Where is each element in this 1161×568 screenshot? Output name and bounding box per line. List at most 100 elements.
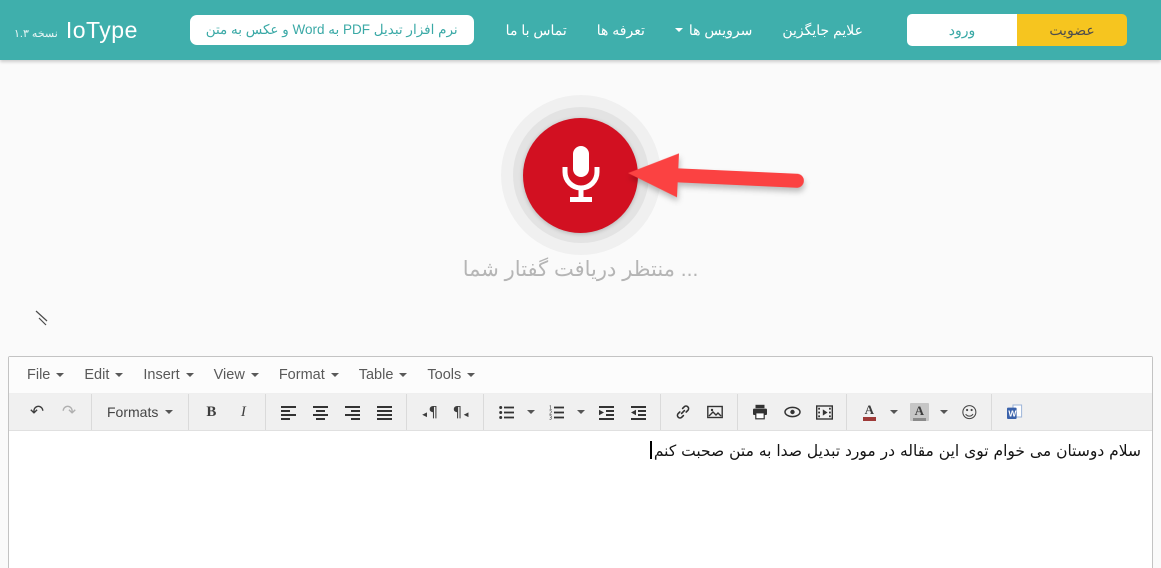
login-button[interactable]: ورود: [907, 14, 1017, 46]
menu-label: View: [213, 367, 245, 383]
bold-button[interactable]: B: [196, 399, 226, 426]
svg-text:3: 3: [549, 415, 552, 420]
align-left-button[interactable]: [273, 399, 303, 426]
italic-icon: I: [240, 403, 246, 420]
align-right-icon: [344, 405, 360, 420]
redo-button[interactable]: ↷: [54, 399, 84, 426]
undo-icon: ↶: [29, 401, 45, 422]
microphone-icon: [562, 146, 599, 202]
nav-item-replacement-symbols[interactable]: علایم جایگزین: [782, 22, 863, 39]
insert-media-button[interactable]: [809, 399, 839, 426]
pdf-tool-button[interactable]: نرم افزار تبدیل PDF به Word و عکس به متن: [189, 15, 474, 45]
editor-content-area[interactable]: سلام دوستان می خوام توی این مقاله در مور…: [9, 431, 1152, 471]
chevron-down-icon: [56, 373, 65, 377]
text-cursor: [650, 441, 652, 459]
emoticons-button[interactable]: ☺: [954, 399, 984, 426]
bold-icon: B: [206, 403, 217, 420]
insert-link-button[interactable]: [668, 399, 698, 426]
indent-button[interactable]: [623, 399, 653, 426]
editor-menubar: File Edit Insert View Format Table Tools: [9, 357, 1152, 394]
text-color-options-button[interactable]: [886, 399, 902, 426]
insert-image-button[interactable]: [700, 399, 730, 426]
image-icon: [707, 405, 724, 419]
bullet-list-button[interactable]: [491, 399, 521, 426]
indent-icon: [630, 405, 646, 420]
background-color-options-button[interactable]: [936, 399, 952, 426]
nav-item-services[interactable]: سرویس ها: [674, 21, 753, 39]
text-color-icon: A: [862, 403, 876, 421]
media-icon: [815, 404, 833, 420]
bullet-list-icon: [499, 405, 514, 419]
chevron-down-icon: [467, 373, 476, 377]
align-center-button[interactable]: [305, 399, 335, 426]
microphone-button[interactable]: [523, 117, 638, 233]
menu-edit[interactable]: Edit: [74, 361, 133, 389]
menu-label: File: [27, 367, 51, 383]
chevron-down-icon: [330, 373, 339, 377]
preview-button[interactable]: [777, 399, 807, 426]
numbered-list-icon: 1 2 3: [549, 405, 564, 420]
diagonal-marks-icon: [35, 310, 55, 333]
word-document-icon: W: [1006, 404, 1022, 419]
menu-label: Table: [358, 367, 394, 383]
main-nav: علایم جایگزین سرویس ها تعرفه ها تماس با …: [506, 22, 863, 39]
menu-insert[interactable]: Insert: [133, 361, 203, 389]
background-color-button[interactable]: A: [904, 399, 934, 426]
nav-label: تماس با ما: [505, 21, 567, 38]
menu-file[interactable]: File: [17, 361, 74, 389]
print-icon: [753, 404, 768, 420]
align-left-icon: [280, 405, 296, 420]
numbered-list-button[interactable]: 1 2 3: [541, 399, 571, 426]
nav-label: سرویس ها: [688, 21, 753, 38]
align-justify-button[interactable]: [369, 399, 399, 426]
redo-icon: ↷: [61, 401, 77, 422]
chevron-down-icon: [527, 410, 536, 414]
speech-capture-section: منتظر دریافت گفتار شما ...: [0, 60, 1161, 356]
paste-from-word-button[interactable]: W: [999, 399, 1029, 426]
print-button[interactable]: [745, 399, 775, 426]
background-color-icon: A: [909, 402, 929, 422]
menu-label: Edit: [84, 367, 110, 383]
svg-text:W: W: [1008, 409, 1017, 419]
brand-name: IoType: [65, 16, 138, 43]
status-text: منتظر دریافت گفتار شما ...: [462, 258, 699, 281]
chevron-down-icon: [674, 28, 683, 32]
align-justify-icon: [376, 405, 392, 420]
signup-button[interactable]: عضویت: [1017, 14, 1127, 46]
ltr-direction-button[interactable]: ◄¶: [414, 399, 444, 426]
chevron-down-icon: [250, 373, 259, 377]
text-color-button[interactable]: A: [854, 399, 884, 426]
chevron-down-icon: [115, 373, 124, 377]
chevron-down-icon: [165, 410, 174, 414]
formats-label: Formats: [107, 404, 159, 420]
italic-button[interactable]: I: [228, 399, 258, 426]
menu-view[interactable]: View: [204, 361, 269, 389]
rtl-direction-button[interactable]: ¶◄: [446, 399, 476, 426]
chevron-down-icon: [399, 373, 408, 377]
brand-logo[interactable]: IoType نسخه ۱.۳: [14, 17, 138, 44]
menu-tools[interactable]: Tools: [417, 361, 485, 389]
bullet-list-options-button[interactable]: [523, 399, 539, 426]
nav-item-pricing[interactable]: تعرفه ها: [597, 22, 645, 39]
align-center-icon: [312, 405, 328, 420]
menu-label: Insert: [143, 367, 180, 383]
chevron-down-icon: [185, 373, 194, 377]
menu-format[interactable]: Format: [269, 361, 349, 389]
auth-button-group: عضویت ورود: [907, 14, 1127, 46]
menu-table[interactable]: Table: [349, 361, 418, 389]
top-navbar: عضویت ورود علایم جایگزین سرویس ها تعرفه …: [0, 0, 1161, 60]
formats-dropdown[interactable]: Formats: [99, 399, 181, 426]
menu-label: Tools: [427, 367, 462, 383]
nav-item-contact[interactable]: تماس با ما: [506, 22, 567, 39]
link-icon: [677, 405, 690, 419]
rtl-icon: ¶◄: [452, 402, 471, 421]
outdent-button[interactable]: [591, 399, 621, 426]
numbered-list-options-button[interactable]: [573, 399, 589, 426]
editor-text: سلام دوستان می خوام توی این مقاله در مور…: [653, 442, 1141, 460]
editor-toolbar: ↶ ↷ Formats B I ◄¶ ¶◄ 1 2 3 A A ☺ W: [9, 394, 1152, 431]
chevron-down-icon: [890, 410, 899, 414]
undo-button[interactable]: ↶: [22, 399, 52, 426]
align-right-button[interactable]: [337, 399, 367, 426]
chevron-down-icon: [577, 410, 586, 414]
brand-version: نسخه ۱.۳: [14, 27, 58, 40]
